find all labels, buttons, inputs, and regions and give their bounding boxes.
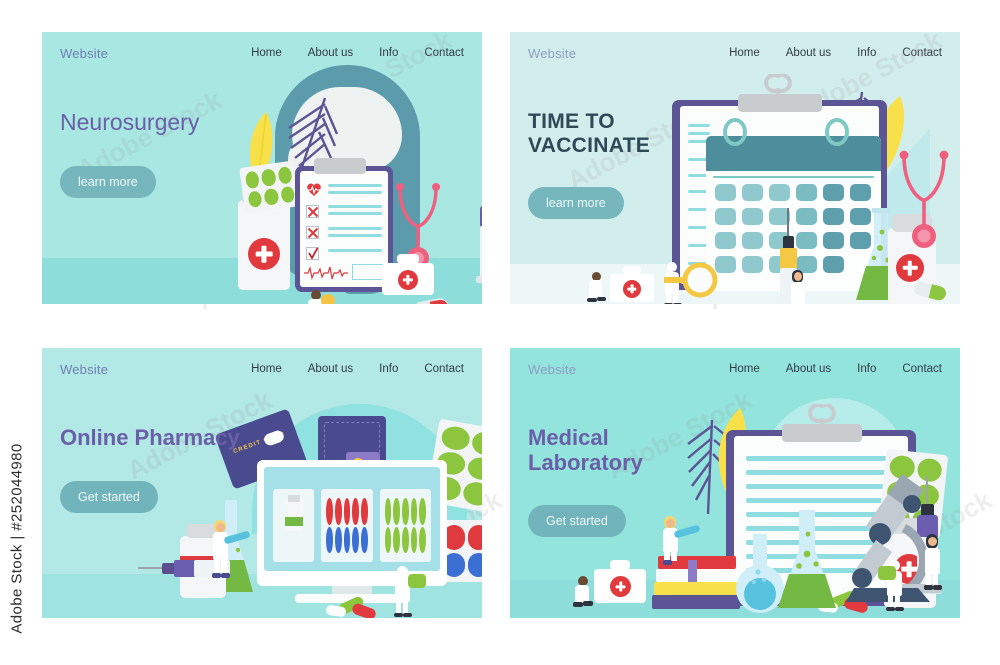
doctor-carrying-pill (878, 560, 908, 612)
clipboard-ring-icon (764, 74, 792, 100)
page-title: TIME TO VACCINATE (528, 110, 651, 157)
paper-line (328, 227, 382, 230)
watermark-id-text: Adobe Stock | #252044980 (8, 443, 26, 634)
kit-red-cross (623, 280, 641, 298)
monitor-screen (264, 467, 440, 571)
landing-page-vaccinate: Website Home About us Info Contact TIME … (510, 32, 960, 304)
cta-button[interactable]: Get started (60, 480, 158, 513)
calendar-cell (823, 208, 844, 225)
calendar-cell (823, 184, 844, 201)
flask-green-icon (778, 510, 836, 608)
cta-button[interactable]: Get started (528, 505, 626, 538)
kit-red-cross (398, 270, 418, 290)
landing-page-pharmacy: Website Home About us Info Contact CREDI… (42, 348, 482, 618)
landing-page-neurosurgery: Website Home About us Info Contact Neuro… (42, 32, 482, 304)
syringe-icon (476, 172, 482, 288)
product-card-bottle[interactable] (273, 489, 315, 562)
paper-line (328, 184, 382, 187)
paper-line (328, 249, 382, 252)
x-mark-icon (307, 206, 319, 218)
ecg-wave-icon (304, 266, 348, 280)
calendar-cell (715, 232, 736, 249)
doctor-pouring (210, 520, 251, 582)
kit-red-cross (610, 576, 631, 597)
calendar-cell (742, 208, 763, 225)
calendar-ring-right-icon (825, 118, 849, 146)
magnifier-icon (664, 262, 718, 298)
book (656, 569, 738, 582)
calendar-cell (742, 256, 763, 273)
doctor-figure (788, 270, 810, 304)
paper-line (328, 205, 382, 208)
book (652, 595, 740, 609)
calendar-cell (850, 184, 871, 201)
calendar-cell (742, 232, 763, 249)
doctor-figure (922, 534, 946, 592)
clipboard-ring-icon (808, 404, 836, 430)
clipboard-clip (314, 158, 366, 174)
product-card-capsules[interactable] (321, 489, 373, 562)
page-title: Neurosurgery (60, 109, 200, 135)
paper-line (328, 212, 382, 215)
calendar-divider (713, 176, 874, 178)
doctor-kneeling (586, 272, 610, 304)
book-bookmark (688, 560, 697, 582)
doctor-kneeling (306, 290, 335, 304)
page-title: Online Pharmacy (60, 425, 240, 450)
calendar-cell (796, 184, 817, 201)
watermark-sidebar: Adobe Stock | #252044980 (0, 0, 34, 665)
cta-button[interactable]: learn more (528, 187, 624, 220)
stock-image-canvas: Website Home About us Info Contact Neuro… (0, 0, 1000, 665)
hero-content: Neurosurgery learn more (60, 109, 260, 198)
red-cross-badge (248, 238, 280, 270)
doctor-kneeling (572, 576, 598, 610)
stethoscope-icon (899, 150, 949, 248)
calendar-cell (823, 256, 844, 273)
paper-line (328, 191, 382, 194)
cta-button[interactable]: learn more (60, 165, 156, 198)
calendar-cell (742, 184, 763, 201)
doctor-carrying-pill (392, 566, 426, 618)
check-mark-icon (308, 247, 319, 260)
x-mark-icon-2 (307, 227, 319, 239)
hero-content: Online Pharmacy Get started (60, 425, 260, 513)
calendar-cell (769, 184, 790, 201)
hero-content: Medical Laboratory Get started (528, 425, 728, 538)
paper-line (746, 456, 896, 461)
book (654, 582, 740, 595)
hero-content: TIME TO VACCINATE learn more (528, 110, 728, 220)
product-card-green-pills[interactable] (379, 489, 431, 562)
red-cross-badge (896, 254, 924, 282)
calendar-cell (823, 232, 844, 249)
landing-page-laboratory: Website Home About us Info Contact Medic… (510, 348, 960, 618)
paper-line (328, 234, 382, 237)
heart-ecg-icon (307, 183, 321, 196)
page-title: Medical Laboratory (528, 425, 643, 475)
signature-box (352, 264, 386, 280)
